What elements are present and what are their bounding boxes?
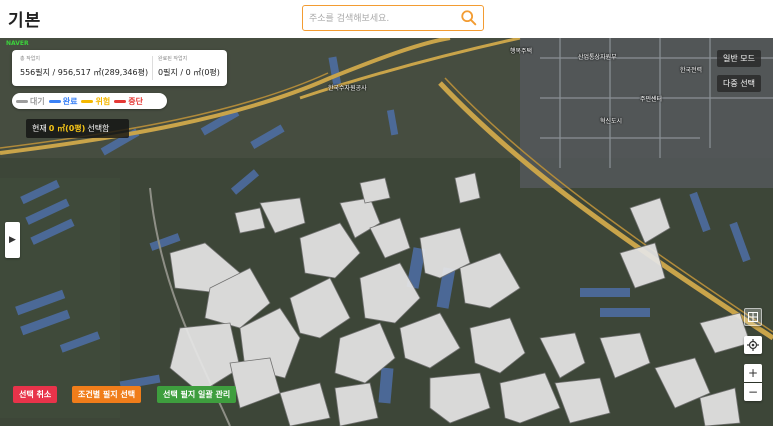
selection-prefix: 현재 — [32, 124, 47, 133]
bulk-manage-button[interactable]: 선택 필지 일괄 관리 — [157, 386, 237, 403]
page-title: 기본 — [8, 11, 42, 31]
total-work-stat: 총 작업지 556필지 / 956,517 ㎡(289,346평) — [20, 55, 148, 78]
legend-item-risk: 위험 — [81, 96, 110, 107]
status-legend: 대기 완료 위험 중단 — [12, 93, 167, 109]
location-icon — [747, 339, 759, 351]
selection-suffix: 선택함 — [87, 124, 110, 133]
grid-icon — [748, 312, 758, 322]
place-label: 산업통상자원부 — [578, 54, 617, 61]
selection-area: 0 ㎡(0평) — [48, 124, 86, 133]
zoom-in-button[interactable]: + — [744, 364, 762, 382]
my-location-button[interactable] — [744, 336, 762, 354]
search-box[interactable] — [302, 5, 484, 31]
done-work-label: 완료된 작업지 — [158, 56, 188, 62]
place-label: 한국수자원공사 — [328, 85, 367, 92]
place-label: 한국전력 — [680, 67, 703, 74]
legend-swatch — [16, 99, 28, 103]
total-work-value: 556필지 / 956,517 ㎡(289,346평) — [20, 68, 149, 77]
chevron-right-icon: ▶ — [9, 235, 16, 245]
done-work-stat: 완료된 작업지 0필지 / 0 ㎡(0평) — [158, 55, 220, 78]
cancel-selection-button[interactable]: 선택 취소 — [13, 386, 58, 403]
top-bar: 기본 — [0, 0, 773, 38]
legend-swatch — [48, 99, 61, 103]
place-label: 행복주택 — [510, 48, 533, 55]
place-label: 주민센터 — [640, 96, 663, 103]
panel-toggle-button[interactable]: ▶ — [5, 222, 20, 258]
search-icon[interactable] — [460, 9, 478, 27]
legend-item-waiting: 대기 — [16, 96, 45, 107]
naver-logo: NAVER — [6, 40, 29, 47]
legend-label: 대기 — [30, 96, 45, 106]
legend-item-done: 완료 — [48, 96, 78, 107]
stats-divider — [152, 56, 153, 80]
grid-toggle-button[interactable] — [744, 308, 762, 326]
legend-label: 중단 — [128, 96, 143, 106]
selection-summary: 현재 0 ㎡(0평) 선택함 — [26, 119, 129, 138]
conditional-select-button[interactable]: 조건별 필지 선택 — [72, 386, 142, 403]
legend-swatch — [114, 99, 127, 103]
place-label: 혁신도시 — [600, 118, 623, 125]
legend-item-stopped: 중단 — [114, 96, 143, 107]
work-stats-panel: 총 작업지 556필지 / 956,517 ㎡(289,346평) 완료된 작업… — [12, 50, 227, 86]
total-work-label: 총 작업지 — [20, 56, 40, 62]
search-input[interactable] — [307, 8, 459, 30]
legend-label: 위험 — [95, 96, 111, 106]
multi-select-button[interactable]: 다중 선택 — [717, 75, 761, 92]
zoom-out-button[interactable]: − — [744, 383, 762, 401]
done-work-value: 0필지 / 0 ㎡(0평) — [158, 68, 220, 77]
legend-swatch — [81, 99, 94, 103]
legend-label: 완료 — [62, 96, 78, 106]
normal-mode-button[interactable]: 일반 모드 — [717, 50, 761, 67]
